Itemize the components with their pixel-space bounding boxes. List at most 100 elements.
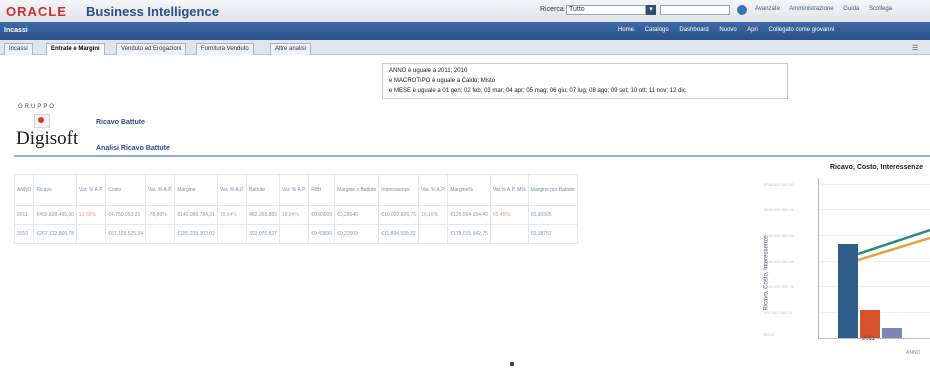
- link-avanzate[interactable]: Avanzate: [755, 6, 780, 12]
- y-tick-label: €50.000.000,00: [764, 310, 792, 315]
- col-header[interactable]: Margine x Battute: [334, 174, 380, 206]
- nav-nuovo[interactable]: Nuovo: [719, 27, 736, 33]
- col-header[interactable]: Var.% A.P. M%: [489, 174, 529, 206]
- filter-summary: ANNO è uguale a 2011; 2010 e MACROTIPO è…: [382, 63, 788, 99]
- table-cell: €0,38757: [527, 224, 578, 244]
- table-row: 2010 €267.122.866,78 €67.126.525,34 €180…: [13, 224, 578, 244]
- search-input[interactable]: [660, 5, 730, 15]
- nav-dashboard[interactable]: Dashboard: [679, 27, 708, 33]
- nav-catalogo[interactable]: Catalogo: [645, 27, 669, 33]
- col-header[interactable]: Ricavo: [33, 174, 77, 206]
- col-header[interactable]: ANNO: [13, 174, 35, 206]
- kpi-table: ANNO Ricavo Var. % A.P. Costo Var. % A.P…: [13, 174, 578, 244]
- search-label: Ricerca: [540, 6, 564, 13]
- page-options-icon[interactable]: ☰: [912, 44, 918, 52]
- link-scollega[interactable]: Scollega: [869, 6, 892, 12]
- global-nav: Home Catalogo Dashboard Nuovo Apri Colle…: [618, 27, 843, 33]
- bi-dashboard-window: ORACLE Business Intelligence Ricerca Tut…: [0, 0, 930, 374]
- tab-entrate-margini[interactable]: Entrate e Margini: [46, 43, 105, 55]
- y-tick-label: €300.000.000,00: [764, 182, 795, 187]
- table-cell: €125.564.154,40: [447, 205, 491, 225]
- bar-ricavo-2011[interactable]: [838, 244, 858, 338]
- table-cell: €67.126.525,34: [105, 224, 147, 244]
- col-header[interactable]: Margine: [174, 174, 218, 206]
- table-cell: 392.070.827: [246, 224, 280, 244]
- table-cell: €0,28046: [334, 205, 380, 225]
- table-cell: [75, 224, 107, 244]
- table-cell: 18,84%: [278, 205, 310, 225]
- x-category-label: 2011: [862, 336, 875, 342]
- chart-y-axis-label: Ricavo, Costo, Interessenze: [763, 235, 770, 311]
- table-cell: 16,16%: [418, 205, 449, 225]
- col-header[interactable]: Interessenze: [378, 174, 420, 206]
- nav-user[interactable]: Collegato come giovanni: [768, 27, 834, 33]
- logo-mark-icon: [34, 114, 50, 128]
- table-cell: €4.750.053,21: [105, 205, 147, 225]
- bar-interessenze-2011[interactable]: [882, 328, 902, 338]
- col-header[interactable]: Var. % A.P.: [145, 174, 176, 206]
- section-divider: [14, 155, 930, 157]
- tab-fornitura-venduto[interactable]: Fornitura Venduto: [196, 43, 254, 55]
- table-cell: 2011: [13, 205, 35, 225]
- table-cell: €180.238.303,02: [174, 224, 218, 244]
- table-cell: -78,86%: [145, 205, 176, 225]
- link-guida[interactable]: Guida: [843, 6, 859, 12]
- table-cell: [418, 224, 449, 244]
- table-row: 2011 €459.839.495,00 13,56% €4.750.053,2…: [13, 205, 578, 225]
- search-scope-select[interactable]: Tutto: [566, 5, 646, 15]
- table-cell: €140.099.784,31: [174, 205, 218, 225]
- company-logo: Digisoft: [16, 128, 79, 149]
- oracle-logo: ORACLE: [6, 4, 67, 19]
- table-cell: 65,45%: [489, 205, 529, 225]
- tab-incassi[interactable]: Incassi: [4, 43, 33, 55]
- mouse-pointer: [510, 362, 514, 366]
- kpi-table-panel: ANNO Ricavo Var. % A.P. Costo Var. % A.P…: [13, 174, 738, 244]
- tab-altre-analisi[interactable]: Altre analisi: [270, 43, 312, 55]
- filter-line-anno: ANNO è uguale a 2011; 2010: [389, 68, 468, 74]
- table-cell: 2010: [13, 224, 35, 244]
- table-cell: €178.015.942,75: [447, 224, 491, 244]
- table-cell: €0,43896: [308, 224, 336, 244]
- table-cell: €10.032.326,75: [378, 205, 420, 225]
- link-amministrazione[interactable]: Amministrazione: [789, 6, 833, 12]
- table-cell: €459.839.495,00: [33, 205, 77, 225]
- y-tick-label: €200.000.000,00: [764, 233, 795, 238]
- table-cell: 482.355.883: [246, 205, 280, 225]
- table-cell: €267.122.866,78: [33, 224, 77, 244]
- chart-title: Ricavo, Costo, Interessenze: [830, 164, 923, 171]
- table-cell: [216, 224, 248, 244]
- y-tick-label: €150.000.000,00: [764, 259, 795, 264]
- filter-line-mese: e MESE è uguale a 01 gen; 02 feb; 03 mar…: [389, 88, 686, 94]
- col-header[interactable]: Var. % A.P.: [75, 174, 107, 206]
- nav-apri[interactable]: Apri: [747, 27, 758, 33]
- filter-line-macrotipo: e MACROTIPO è uguale a Caldo; Misto: [389, 78, 496, 84]
- nav-home[interactable]: Home: [618, 27, 634, 33]
- analisi-ricavo-link[interactable]: Analisi Ricavo Battute: [96, 145, 170, 152]
- tab-venduto-erogazioni[interactable]: Venduto ed Erogazioni: [116, 43, 187, 55]
- col-header[interactable]: Battute: [246, 174, 280, 206]
- y-tick-label: €0,00: [764, 332, 775, 337]
- col-header[interactable]: Costo: [105, 174, 147, 206]
- col-header[interactable]: Var. % A.P.: [278, 174, 310, 206]
- chevron-down-icon[interactable]: ▾: [646, 5, 656, 15]
- table-header-row: ANNO Ricavo Var. % A.P. Costo Var. % A.P…: [13, 174, 578, 206]
- table-cell: €0,30305: [527, 205, 578, 225]
- table-cell: [489, 224, 529, 244]
- col-header[interactable]: Var. % A.P.: [418, 174, 449, 206]
- table-cell: [145, 224, 176, 244]
- y-tick-label: €100.000.000,00: [764, 284, 795, 289]
- col-header[interactable]: R/Bt: [308, 174, 336, 206]
- page-name: Incassi: [4, 27, 28, 34]
- chart-x-axis-label: ANNO: [906, 350, 921, 356]
- table-cell: 13,56%: [75, 205, 107, 225]
- bar-costo-2011[interactable]: [860, 310, 880, 338]
- ricavo-battute-link[interactable]: Ricavo Battute: [96, 119, 145, 126]
- logo-grupo-text: GRUPPO: [18, 104, 57, 110]
- product-title: Business Intelligence: [86, 4, 219, 19]
- search-go-icon[interactable]: [737, 5, 747, 15]
- col-header[interactable]: Var. % A.P.: [216, 174, 248, 206]
- top-links: Avanzate Amministrazione Guida Scollega: [755, 6, 900, 12]
- col-header[interactable]: Margine per Battute: [527, 174, 578, 206]
- table-cell: €0,93000: [308, 205, 336, 225]
- col-header[interactable]: Margine%: [447, 174, 491, 206]
